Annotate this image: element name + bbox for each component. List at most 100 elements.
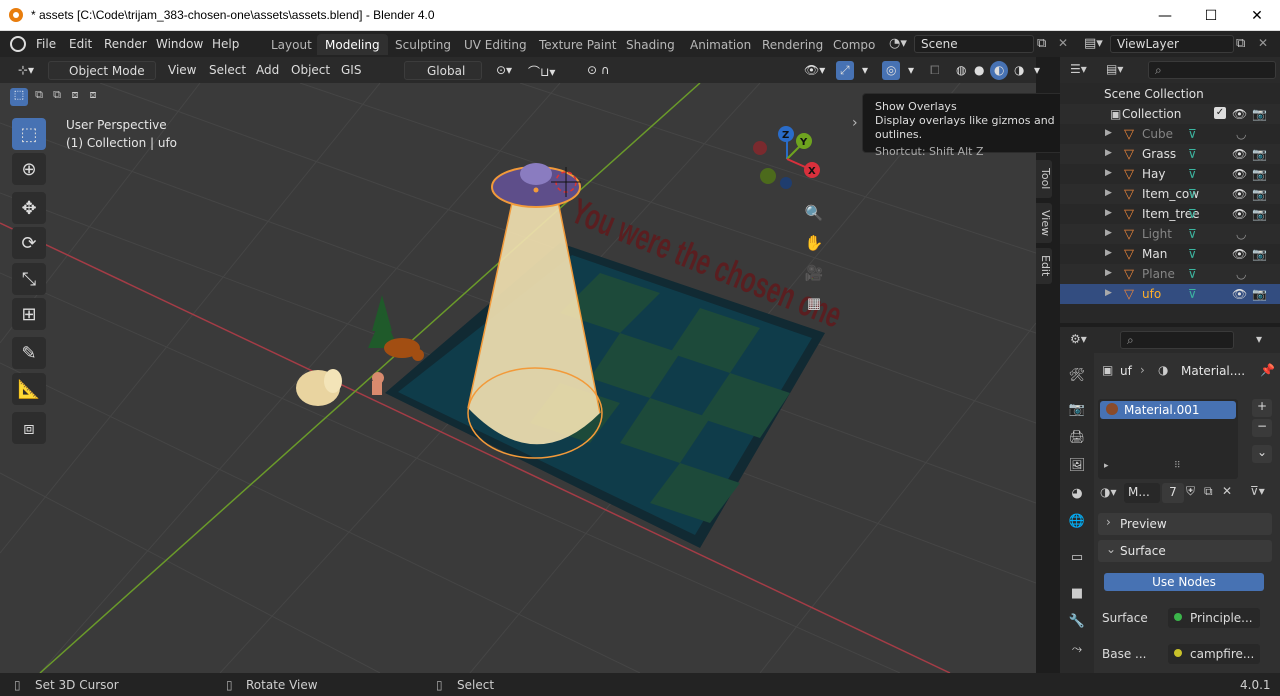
camera-icon[interactable]: 📷 [1252, 287, 1267, 301]
side-tab-view[interactable]: View [1036, 203, 1052, 243]
user-count[interactable]: 7 [1162, 483, 1184, 503]
rotate-tool-icon[interactable]: ⟳ [12, 227, 46, 259]
outliner-item[interactable]: ▶ ▽ Light ⊽ ◡ [1060, 224, 1280, 244]
scale-tool-icon[interactable]: ⤡ [12, 263, 46, 295]
render-tab-icon[interactable]: 📷 [1065, 397, 1089, 421]
outliner-item[interactable]: ▶ ▽ Man ⊽ 👁 📷 [1060, 244, 1280, 264]
add-cube-tool-icon[interactable]: ⧈ [12, 412, 46, 444]
expand-arrow-icon[interactable]: ▶ [1105, 148, 1112, 158]
outliner-search-input[interactable]: ⌕ [1148, 61, 1276, 79]
eye-icon[interactable]: 👁 [1232, 187, 1247, 201]
scene-tab-icon[interactable]: ◕ [1065, 481, 1089, 505]
tab-animation[interactable]: Animation [682, 34, 759, 55]
eye-icon[interactable]: 👁 [1232, 287, 1247, 301]
outliner-display-mode-icon[interactable]: ▤▾ [1106, 62, 1123, 76]
eye-icon[interactable]: 👁 [1232, 107, 1247, 121]
transform-tool-icon[interactable]: ⊞ [12, 298, 46, 330]
annotate-tool-icon[interactable]: ✎ [12, 337, 46, 369]
browse-material-icon[interactable]: ◑▾ [1100, 485, 1117, 499]
resize-handle-icon[interactable]: ⠿ [1174, 461, 1181, 471]
menu-object[interactable]: Object [287, 61, 334, 80]
tab-compositing[interactable]: Compo [825, 34, 883, 55]
outliner-item[interactable]: ▶ ▽ Hay ⊽ 👁 📷 [1060, 164, 1280, 184]
tab-texture-paint[interactable]: Texture Paint [531, 34, 624, 55]
move-tool-icon[interactable]: ✥ [12, 192, 46, 224]
remove-scene-icon[interactable]: ✕ [1058, 36, 1068, 50]
properties-options-icon[interactable]: ▾ [1256, 332, 1262, 346]
object-mode-dropdown[interactable]: Object Mode [48, 61, 156, 80]
properties-search-input[interactable]: ⌕ [1120, 331, 1234, 349]
camera-icon[interactable]: 📷 [1252, 207, 1267, 221]
select-invert-icon[interactable]: ⧈ [66, 88, 84, 106]
menu-select[interactable]: Select [205, 61, 250, 80]
outliner-item[interactable]: ▶ ▽ Plane ⊽ ◡ [1060, 264, 1280, 284]
transform-orientation-dropdown[interactable]: Global [404, 61, 482, 80]
remove-slot-icon[interactable]: − [1252, 419, 1272, 437]
remove-viewlayer-icon[interactable]: ✕ [1258, 36, 1268, 50]
camera-icon[interactable]: 📷 [1252, 187, 1267, 201]
maximize-icon[interactable]: ☐ [1188, 0, 1234, 31]
outliner-editor-type-icon[interactable]: ☰▾ [1070, 62, 1087, 76]
menu-help[interactable]: Help [212, 37, 239, 51]
new-scene-icon[interactable]: ⧉ [1037, 36, 1046, 51]
outliner-item[interactable]: ▶ ▽ Cube ⊽ ◡ [1060, 124, 1280, 144]
modifier-tab-icon[interactable]: 🔧 [1065, 609, 1089, 633]
menu-add[interactable]: Add [252, 61, 283, 80]
3d-viewport[interactable]: You were the chosen one Z Y X User Persp… [0, 83, 1036, 673]
expand-icon[interactable]: ▸ [1104, 461, 1109, 471]
proportional-edit-icon[interactable]: ⊙ ∩ [583, 61, 614, 80]
select-extend-icon[interactable]: ⧉ [30, 88, 48, 106]
eye-closed-icon[interactable]: ◡ [1236, 227, 1246, 241]
pan-hand-icon[interactable]: ✋ [800, 229, 828, 257]
output-tab-icon[interactable]: 🖨 [1065, 425, 1089, 449]
surface-panel-header[interactable]: Surface [1098, 540, 1272, 562]
navigation-gizmo[interactable]: Z Y X [753, 126, 820, 189]
ortho-grid-icon[interactable]: ▦ [800, 289, 828, 317]
shading-rendered-icon[interactable]: ◑ [1010, 61, 1028, 80]
select-intersect-icon[interactable]: ⧈ [84, 88, 102, 106]
blender-menu-icon[interactable] [10, 36, 26, 52]
tab-shading[interactable]: Shading [618, 34, 683, 55]
tab-rendering[interactable]: Rendering [754, 34, 831, 55]
menu-edit[interactable]: Edit [69, 37, 92, 51]
properties-editor-type-icon[interactable]: ⚙▾ [1070, 332, 1087, 346]
menu-gis[interactable]: GIS [337, 61, 365, 80]
expand-arrow-icon[interactable]: ▶ [1105, 168, 1112, 178]
side-tab-tool[interactable]: Tool [1036, 160, 1052, 198]
tool-tab-icon[interactable]: 🛠 [1065, 363, 1089, 387]
close-icon[interactable]: ✕ [1234, 0, 1280, 31]
view-layer-tab-icon[interactable]: 🖼 [1065, 453, 1089, 477]
expand-arrow-icon[interactable]: ▶ [1105, 268, 1112, 278]
eye-icon[interactable]: 👁 [1232, 207, 1247, 221]
pivot-point-icon[interactable]: ⊙▾ [492, 61, 516, 80]
expand-arrow-icon[interactable]: ▶ [1105, 188, 1112, 198]
duplicate-material-icon[interactable]: ⧉ [1204, 484, 1213, 499]
camera-view-icon[interactable]: 🎥 [800, 259, 828, 287]
measure-tool-icon[interactable]: 📐 [12, 373, 46, 405]
material-slot-list[interactable]: Material.001 ▸ ⠿ [1098, 399, 1238, 479]
eye-closed-icon[interactable]: ◡ [1236, 127, 1246, 141]
outliner-collection-row[interactable]: ▣ Collection ✓ 👁 📷 [1060, 104, 1280, 124]
shading-material-icon[interactable]: ◐ [990, 61, 1009, 80]
preview-panel-header[interactable]: Preview [1098, 513, 1272, 535]
slot-specials-icon[interactable]: ⌄ [1252, 445, 1272, 463]
particles-tab-icon[interactable]: ⤳ [1065, 637, 1089, 661]
outliner-item[interactable]: ▶ ▽ ufo ⊽ 👁 📷 [1060, 284, 1280, 304]
menu-window[interactable]: Window [156, 37, 203, 51]
eye-icon[interactable]: 👁 [1232, 247, 1247, 261]
outliner-item[interactable]: ▶ ▽ Item_cow ⊽ 👁 📷 [1060, 184, 1280, 204]
new-viewlayer-icon[interactable]: ⧉ [1236, 36, 1245, 51]
use-nodes-button[interactable]: Use Nodes [1104, 573, 1264, 591]
expand-arrow-icon[interactable]: ▶ [1105, 128, 1112, 138]
editor-type-icon[interactable]: ⊹▾ [14, 61, 38, 80]
viewlayer-icon[interactable]: ▤▾ [1084, 36, 1103, 51]
pin-icon[interactable]: 📌 [1260, 363, 1275, 377]
expand-arrow-icon[interactable]: ▶ [1105, 208, 1112, 218]
viewlayer-name-field[interactable]: ViewLayer [1110, 35, 1234, 53]
select-box-tool-icon[interactable]: ⬚ [12, 118, 46, 150]
eye-icon[interactable]: 👁 [1232, 167, 1247, 181]
tab-layout[interactable]: Layout [263, 34, 320, 55]
visibility-icon[interactable]: 👁▾ [800, 61, 829, 80]
scene-icon[interactable]: ◔▾ [889, 36, 907, 51]
menu-view[interactable]: View [164, 61, 200, 80]
